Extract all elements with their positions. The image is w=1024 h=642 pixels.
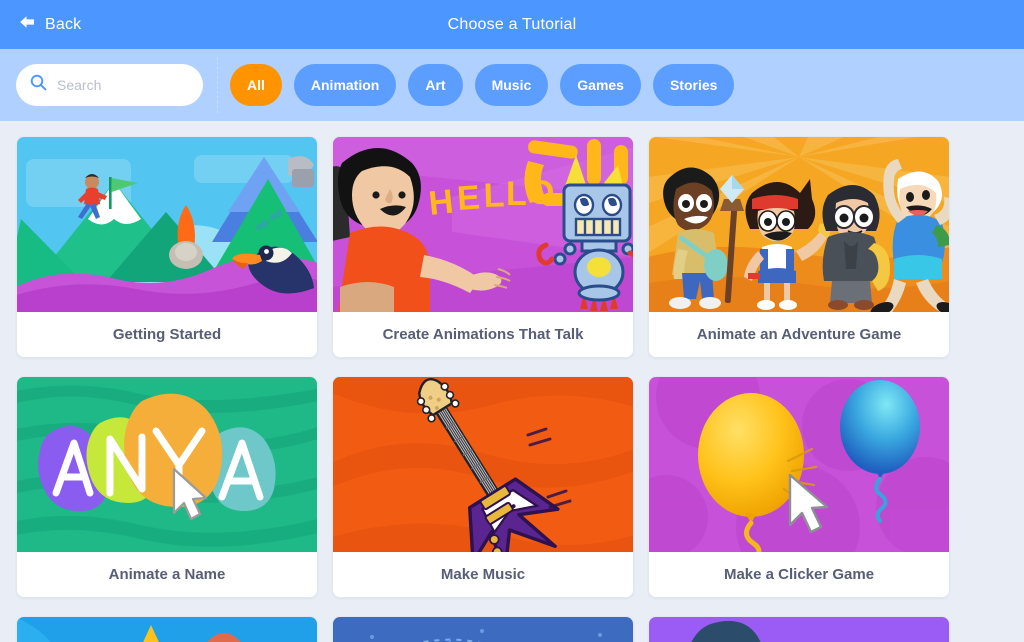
tutorial-thumbnail — [649, 137, 949, 312]
tutorial-card-make-a-clicker-game[interactable]: Make a Clicker Game — [648, 376, 950, 598]
tutorial-card-make-music[interactable]: Make Music — [332, 376, 634, 598]
tutorial-card-row3-2[interactable] — [332, 616, 634, 642]
tutorial-thumbnail — [17, 377, 317, 552]
search-icon — [30, 74, 47, 96]
tutorial-card-title: Animate an Adventure Game — [696, 326, 902, 343]
svg-text:E: E — [456, 178, 481, 217]
tutorial-card-animate-an-adventure-game[interactable]: Animate an Adventure Game — [648, 136, 950, 358]
back-button[interactable]: Back — [18, 14, 81, 35]
page-title: Choose a Tutorial — [447, 15, 577, 33]
tutorial-thumbnail — [333, 617, 633, 642]
tutorial-card-getting-started[interactable]: Getting Started — [16, 136, 318, 358]
tutorial-card-create-animations-that-talk[interactable]: H E L L O Create Animations That Talk — [332, 136, 634, 358]
tag-animation[interactable]: Animation — [293, 64, 397, 106]
tutorial-card-title: Animate a Name — [108, 566, 226, 583]
app-header: Back Choose a Tutorial — [0, 0, 1024, 49]
tag-all[interactable]: All — [230, 64, 282, 106]
tutorial-thumbnail — [333, 377, 633, 552]
tutorial-thumbnail — [17, 617, 317, 642]
svg-text:H: H — [427, 183, 455, 223]
tutorial-card-title: Create Animations That Talk — [382, 326, 584, 343]
tutorial-thumbnail — [649, 617, 949, 642]
svg-text:L: L — [506, 175, 527, 213]
svg-text:L: L — [483, 176, 505, 215]
tutorial-thumbnail — [17, 137, 317, 312]
tutorial-card-row3-1[interactable] — [16, 616, 318, 642]
tutorial-thumbnail: H E L L O — [333, 137, 633, 312]
tag-art[interactable]: Art — [408, 64, 463, 106]
tutorial-card-title: Make a Clicker Game — [723, 566, 875, 583]
search-box[interactable] — [16, 64, 203, 106]
tutorial-grid-scroll[interactable]: Getting Started H E L L O Create Animati… — [0, 121, 1024, 642]
back-label: Back — [45, 15, 82, 33]
svg-text:O: O — [528, 174, 554, 212]
tutorial-card-animate-a-name[interactable]: Animate a Name — [16, 376, 318, 598]
search-input[interactable] — [57, 77, 189, 93]
tag-stories[interactable]: Stories — [652, 64, 735, 106]
filter-divider — [217, 57, 218, 113]
filter-bar: All Animation Art Music Games Stories — [0, 49, 1024, 121]
arrow-left-icon — [18, 14, 36, 35]
tutorial-card-title: Getting Started — [112, 326, 222, 343]
tutorial-grid: Getting Started H E L L O Create Animati… — [16, 136, 1008, 642]
tag-list: All Animation Art Music Games Stories — [230, 64, 735, 106]
tag-music[interactable]: Music — [474, 64, 549, 106]
tutorial-card-row3-3[interactable] — [648, 616, 950, 642]
tutorial-card-title: Make Music — [440, 566, 526, 583]
tag-games[interactable]: Games — [560, 64, 641, 106]
tutorial-thumbnail — [649, 377, 949, 552]
